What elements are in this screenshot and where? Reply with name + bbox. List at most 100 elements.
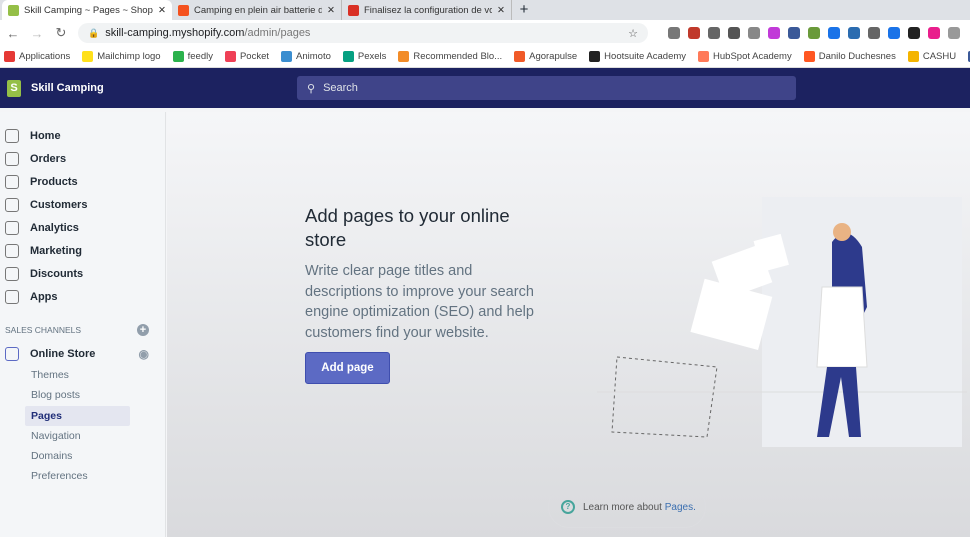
address-bar-row: ← → ↻ 🔒 skill-camping.myshopify.com/admi… [0, 20, 970, 46]
sidebar-subitem-domains[interactable]: Domains [0, 446, 165, 466]
sidebar-item-online-store[interactable]: Online Store ◉ [0, 342, 165, 365]
extension-icon[interactable] [928, 27, 940, 39]
home-icon [5, 128, 19, 143]
search-input[interactable]: ⚲ Search [297, 76, 796, 100]
sidebar-item-label: Home [30, 129, 61, 142]
sidebar-subitem-blog-posts[interactable]: Blog posts [0, 385, 165, 405]
bookmark[interactable]: Pocket [224, 51, 269, 62]
browser-tab-strip: Skill Camping ~ Pages ~ Shopify ✕ Camping … [0, 0, 970, 20]
bookmark[interactable]: Danilo Duchesnes [803, 51, 896, 62]
close-tab-icon[interactable]: ✕ [327, 5, 335, 16]
store-icon [5, 346, 19, 361]
sidebar-subitem-themes[interactable]: Themes [0, 365, 165, 385]
extension-icon[interactable] [728, 27, 740, 39]
bookmark[interactable]: Mailchimp logo [82, 51, 161, 62]
url-input[interactable]: 🔒 skill-camping.myshopify.com/admin/page… [78, 23, 648, 43]
close-tab-icon[interactable]: ✕ [158, 5, 166, 16]
store-name[interactable]: Skill Camping [31, 82, 104, 94]
bookmark[interactable]: Hootsuite Academy [589, 51, 686, 62]
bookmark[interactable]: CASHU [907, 51, 957, 62]
orders-icon [5, 151, 19, 166]
megaphone-icon [5, 243, 19, 258]
bookmark[interactable]: feedly [172, 51, 213, 62]
sidebar-item-discounts[interactable]: Discounts [0, 262, 165, 285]
browser-tab[interactable]: Skill Camping ~ Pages ~ Shopify ✕ [2, 0, 172, 20]
bookmark[interactable]: Recommended Blo... [398, 51, 502, 62]
add-page-button[interactable]: Add page [305, 352, 390, 384]
help-icon: ? [561, 500, 575, 514]
bookmark-label: Recommended Blo... [413, 51, 503, 62]
search-placeholder: Search [323, 82, 358, 94]
tab-favicon-icon [348, 4, 359, 16]
bookmark-label: HubSpot Academy [713, 51, 792, 62]
bookmark-favicon-icon [172, 51, 184, 62]
star-icon[interactable]: ☆ [628, 27, 638, 40]
bookmark[interactable]: HubSpot Academy [698, 51, 792, 62]
extension-icon[interactable] [708, 27, 720, 39]
extension-icon[interactable] [688, 27, 700, 39]
browser-tab[interactable]: Finalisez la configuration de votre ✕ [342, 0, 512, 20]
url-host: skill-camping.myshopify.com [105, 27, 245, 39]
shopify-topbar: S Skill Camping ⚲ Search [0, 68, 970, 108]
learn-more-text: Learn more about [583, 501, 665, 513]
sidebar-subitem-pages[interactable]: Pages [25, 405, 130, 426]
back-icon[interactable]: ← [6, 26, 20, 41]
main-content: Add pages to your online store Write cle… [167, 112, 970, 537]
person-icon [5, 197, 19, 212]
sidebar-subitem-preferences[interactable]: Preferences [0, 466, 165, 486]
extension-icon[interactable] [908, 27, 920, 39]
url-path: /admin/pages [244, 27, 311, 39]
extension-icon[interactable] [668, 27, 680, 39]
sidebar-item-customers[interactable]: Customers [0, 193, 165, 216]
bookmark-favicon-icon [398, 51, 410, 62]
extension-icon[interactable] [748, 27, 760, 39]
extension-icon[interactable] [768, 27, 780, 39]
sidebar-item-apps[interactable]: Apps [0, 285, 165, 308]
sidebar-item-marketing[interactable]: Marketing [0, 239, 165, 262]
eye-icon[interactable]: ◉ [139, 347, 149, 361]
sidebar-item-analytics[interactable]: Analytics [0, 216, 165, 239]
extension-icon[interactable] [868, 27, 880, 39]
tab-title: Finalisez la configuration de votre [364, 4, 493, 16]
sidebar-item-label: Products [30, 175, 78, 188]
reload-icon[interactable]: ↻ [54, 25, 68, 41]
browser-tab[interactable]: Camping en plein air batterie de ✕ [172, 0, 342, 20]
forward-icon[interactable]: → [30, 26, 44, 41]
extension-icon[interactable] [948, 27, 960, 39]
sidebar-item-products[interactable]: Products [0, 170, 165, 193]
tab-favicon-icon [8, 4, 19, 16]
shopify-logo: S [7, 79, 21, 97]
bookmark[interactable]: Agorapulse [514, 51, 577, 62]
empty-state-description: Write clear page titles and descriptions… [305, 263, 534, 341]
bookmark-label: Animoto [296, 51, 331, 62]
sales-channels-label: SALES CHANNELS [5, 325, 82, 335]
extension-icon[interactable] [788, 27, 800, 39]
online-store-label: Online Store [30, 347, 96, 360]
extension-icon[interactable] [888, 27, 900, 39]
sidebar-item-home[interactable]: Home [0, 124, 165, 147]
bookmark[interactable]: Animoto [281, 51, 331, 62]
extension-icon[interactable] [808, 27, 820, 39]
sidebar-item-orders[interactable]: Orders [0, 147, 165, 170]
bar-chart-icon [5, 220, 19, 235]
tag-icon [5, 174, 19, 189]
learn-more-pages-link[interactable]: Pages. [665, 502, 696, 513]
bookmark-label: feedly [187, 51, 213, 62]
bookmark-favicon-icon [4, 51, 15, 62]
bookmark[interactable]: Applications [4, 51, 70, 62]
new-tab-button[interactable]: + [512, 0, 536, 20]
bookmark-favicon-icon [342, 51, 354, 62]
bookmarks-bar: Applications Mailchimp logo feedly Pocket An… [0, 46, 970, 68]
close-tab-icon[interactable]: ✕ [497, 5, 505, 16]
lock-icon: 🔒 [88, 27, 100, 38]
sales-channels-header: SALES CHANNELS + [0, 318, 165, 342]
bookmark-label: CASHU [922, 51, 957, 62]
bookmark-label: Applications [19, 51, 71, 62]
add-channel-icon[interactable]: + [137, 324, 149, 336]
bookmark[interactable]: Pexels [342, 51, 386, 62]
bookmark-favicon-icon [803, 51, 815, 62]
sidebar-item-label: Orders [30, 152, 67, 165]
extension-icon[interactable] [828, 27, 840, 39]
sidebar-subitem-navigation[interactable]: Navigation [0, 426, 165, 446]
extension-icon[interactable] [848, 27, 860, 39]
